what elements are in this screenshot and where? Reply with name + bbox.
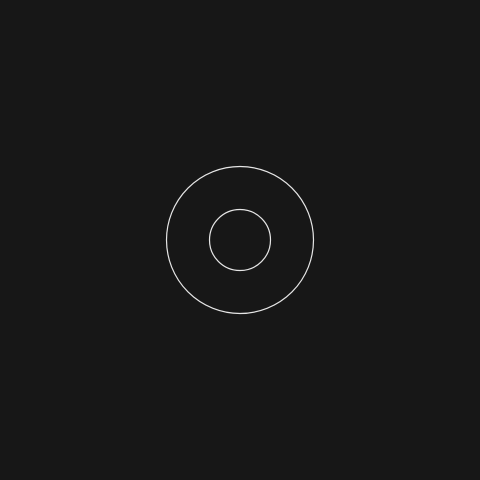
concentric-circles-graphic (165, 165, 315, 315)
inner-ring-icon (208, 208, 272, 272)
screen-canvas (0, 0, 480, 480)
outer-ring-icon (165, 165, 315, 315)
